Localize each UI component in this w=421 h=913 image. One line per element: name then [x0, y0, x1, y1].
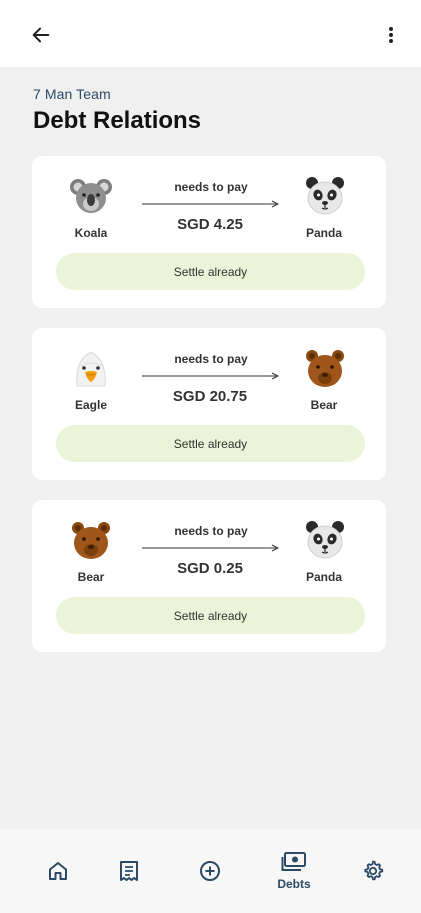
arrow-left-icon [32, 27, 50, 43]
debt-amount: SGD 20.75 [172, 388, 248, 405]
nav-receipts[interactable] [109, 829, 149, 913]
panda-icon [303, 518, 347, 562]
debtor-name: Koala [74, 226, 108, 240]
debt-list: Koala needs to pay SGD 4.25 Panda Settle… [32, 156, 386, 672]
more-options-button[interactable] [378, 20, 404, 50]
back-button[interactable] [26, 20, 56, 50]
group-name: 7 Man Team [33, 86, 111, 102]
debt-card: Bear needs to pay SGD 0.25 Panda Settle … [32, 500, 386, 652]
nav-label-debts: Debts [277, 877, 311, 891]
eagle-icon [69, 346, 113, 390]
creditor-name: Panda [305, 226, 342, 240]
debt-amount: SGD 4.25 [177, 216, 243, 233]
receipt-icon [120, 861, 138, 881]
koala-icon [69, 174, 113, 218]
top-app-bar [0, 0, 421, 67]
add-circle-icon [200, 861, 220, 881]
settle-button[interactable]: Settle already [56, 597, 365, 634]
nav-debts[interactable]: Debts [269, 829, 319, 913]
home-icon [49, 862, 67, 880]
creditor-name: Panda [305, 570, 342, 584]
more-vertical-icon [389, 27, 393, 43]
money-icon [281, 852, 306, 871]
bear-icon [69, 518, 113, 562]
bottom-navigation: Debts [0, 829, 421, 913]
page-title: Debt Relations [33, 107, 202, 134]
nav-settings[interactable] [353, 829, 393, 913]
nav-home[interactable] [38, 829, 78, 913]
bear-icon [303, 346, 347, 390]
settle-button[interactable]: Settle already [56, 425, 365, 462]
settle-button[interactable]: Settle already [56, 253, 365, 290]
panda-icon [303, 174, 347, 218]
debtor-name: Bear [77, 570, 105, 584]
creditor-name: Bear [310, 398, 338, 412]
arrow-right-icon [142, 544, 280, 552]
debt-amount: SGD 0.25 [177, 560, 243, 577]
settings-icon [364, 860, 384, 881]
arrow-right-icon [142, 200, 280, 208]
debtor-name: Eagle [74, 398, 107, 412]
debt-card: Koala needs to pay SGD 4.25 Panda Settle… [32, 156, 386, 308]
nav-add[interactable] [190, 829, 230, 913]
relation-label: needs to pay [174, 352, 248, 366]
debt-card: Eagle needs to pay SGD 20.75 Bear Settle… [32, 328, 386, 480]
relation-label: needs to pay [174, 180, 248, 194]
relation-label: needs to pay [174, 524, 248, 538]
arrow-right-icon [142, 372, 280, 380]
